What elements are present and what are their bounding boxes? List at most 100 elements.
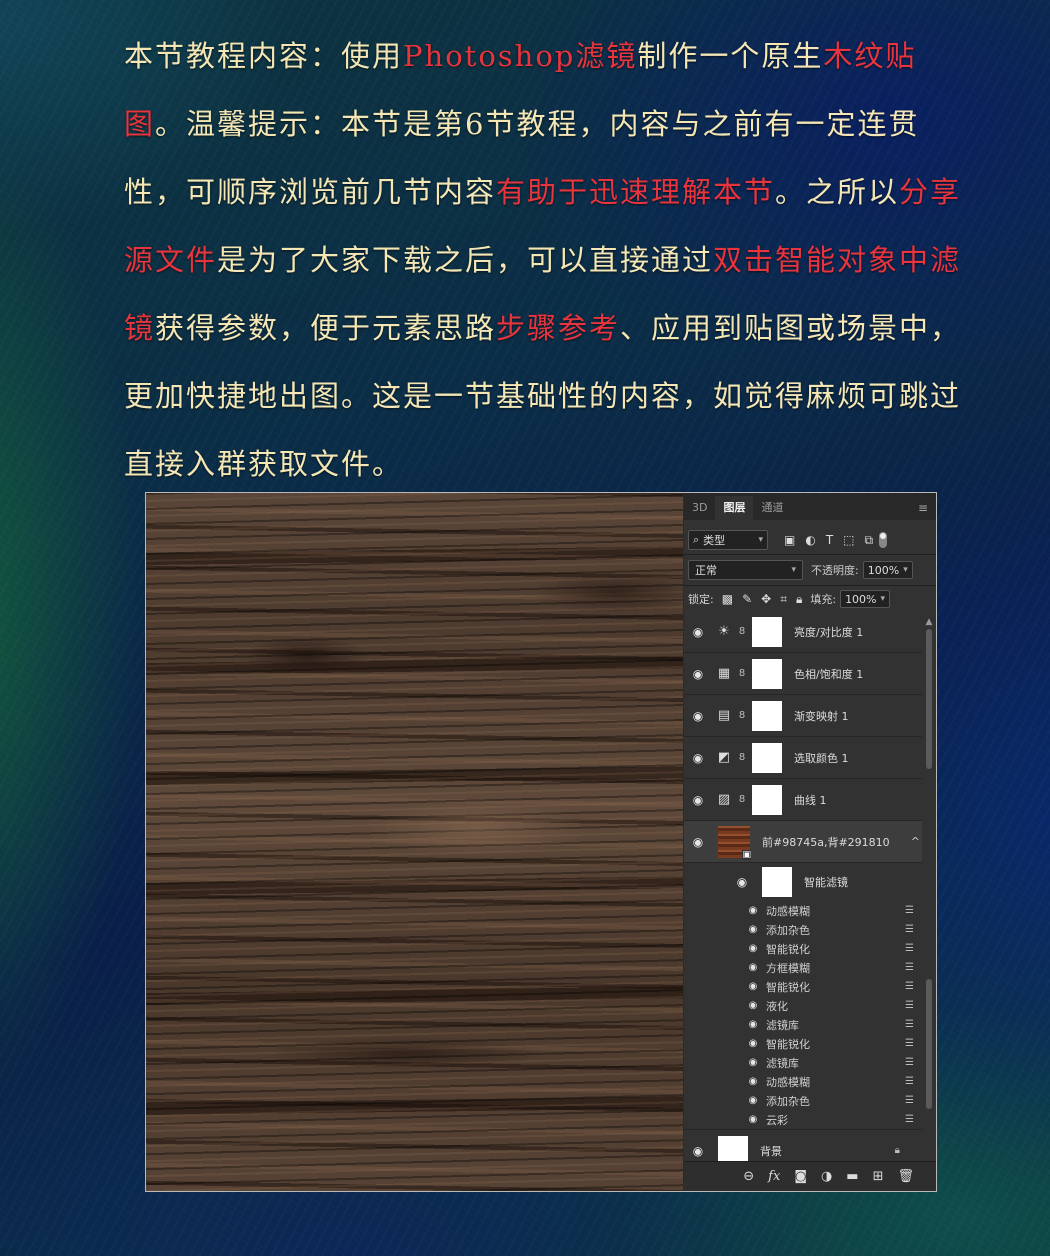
link-icon[interactable]: ⊖: [743, 1169, 754, 1184]
chain-link-icon[interactable]: 8: [736, 794, 748, 805]
visibility-eye-icon[interactable]: ◉: [744, 1095, 762, 1106]
adjustment-icon[interactable]: ◑: [821, 1169, 832, 1184]
visibility-eye-icon[interactable]: ◉: [744, 1019, 762, 1030]
lock-artboard-icon[interactable]: ⌗: [780, 592, 787, 607]
layer-smart-object[interactable]: ◉ 前#98745a,背#291810 ^: [684, 821, 922, 863]
chain-link-icon[interactable]: 8: [736, 752, 748, 763]
smart-object-thumbnail[interactable]: [718, 825, 752, 860]
chain-link-icon[interactable]: 8: [736, 668, 748, 679]
layer-brightness-contrast[interactable]: ◉ ☀ 8 亮度/对比度 1: [684, 611, 922, 653]
filter-item[interactable]: ◉ 方框模糊 ☰: [744, 958, 922, 977]
layer-gradient-map[interactable]: ◉ ▤ 8 渐变映射 1: [684, 695, 922, 737]
visibility-eye-icon[interactable]: ◉: [744, 962, 762, 973]
visibility-eye-icon[interactable]: ◉: [684, 1144, 712, 1158]
panel-tabs: 3D 图层 通道 ≡: [684, 493, 936, 520]
layer-selective-color[interactable]: ◉ ◩ 8 选取颜色 1: [684, 737, 922, 779]
opacity-field[interactable]: 100% ▾: [862, 561, 913, 579]
filter-name: 方框模糊: [766, 961, 810, 975]
chain-link-icon[interactable]: 8: [736, 626, 748, 637]
new-layer-icon[interactable]: ⊞: [873, 1169, 884, 1184]
mask-icon[interactable]: ◙: [794, 1169, 807, 1184]
lock-icons: ▩ ✎ ✥ ⌗ 🔒︎: [722, 592, 803, 607]
visibility-eye-icon[interactable]: ◉: [684, 667, 712, 681]
folder-icon[interactable]: ▬: [846, 1169, 858, 1184]
type-filter-icon[interactable]: T: [826, 533, 833, 547]
filter-item[interactable]: ◉ 添加杂色 ☰: [744, 920, 922, 939]
blend-mode-value: 正常: [695, 564, 717, 577]
filter-item[interactable]: ◉ 滤镜库 ☰: [744, 1053, 922, 1072]
filter-item[interactable]: ◉ 智能锐化 ☰: [744, 939, 922, 958]
blending-options-icon[interactable]: ☰: [905, 1000, 914, 1011]
collapse-chevron-icon[interactable]: ^: [911, 835, 920, 848]
blending-options-icon[interactable]: ☰: [905, 1038, 914, 1049]
intro-text-1: 本节教程内容：使用: [124, 39, 404, 73]
smart-object-filter-icon[interactable]: ⧉: [865, 533, 874, 548]
visibility-eye-icon[interactable]: ◉: [684, 793, 712, 807]
smart-filters-header[interactable]: ◉ 智能滤镜: [684, 863, 922, 901]
scroll-thumb[interactable]: [926, 629, 932, 769]
visibility-eye-icon[interactable]: ◉: [728, 875, 756, 889]
layer-mask-thumbnail[interactable]: [752, 700, 782, 731]
tab-3d[interactable]: 3D: [684, 496, 715, 520]
visibility-eye-icon[interactable]: ◉: [684, 751, 712, 765]
visibility-eye-icon[interactable]: ◉: [744, 905, 762, 916]
visibility-eye-icon[interactable]: ◉: [684, 709, 712, 723]
layer-mask-thumbnail[interactable]: [752, 616, 782, 647]
layer-mask-thumbnail[interactable]: [752, 784, 782, 815]
tab-channels[interactable]: 通道: [753, 496, 791, 520]
adjustment-filter-icon[interactable]: ◐: [805, 533, 815, 547]
blending-options-icon[interactable]: ☰: [905, 981, 914, 992]
layer-curves[interactable]: ◉ ▨ 8 曲线 1: [684, 779, 922, 821]
visibility-eye-icon[interactable]: ◉: [744, 1057, 762, 1068]
blending-options-icon[interactable]: ☰: [905, 1095, 914, 1106]
blend-mode-select[interactable]: 正常 ▾: [688, 560, 803, 580]
layers-scrollbar[interactable]: ▲: [924, 617, 934, 1147]
visibility-eye-icon[interactable]: ◉: [744, 1076, 762, 1087]
smart-filter-mask-thumbnail[interactable]: [762, 867, 792, 897]
visibility-eye-icon[interactable]: ◉: [744, 1000, 762, 1011]
filter-item[interactable]: ◉ 液化 ☰: [744, 996, 922, 1015]
shape-filter-icon[interactable]: ⬚: [843, 533, 854, 547]
lock-transparent-icon[interactable]: ▩: [722, 592, 733, 607]
blending-options-icon[interactable]: ☰: [905, 924, 914, 935]
visibility-eye-icon[interactable]: ◉: [744, 943, 762, 954]
trash-icon[interactable]: 🗑︎: [897, 1169, 914, 1184]
filter-item[interactable]: ◉ 动感模糊 ☰: [744, 901, 922, 920]
filter-item[interactable]: ◉ 添加杂色 ☰: [744, 1091, 922, 1110]
filter-kind-select[interactable]: ⌕ 类型 ▾: [688, 530, 768, 550]
blending-options-icon[interactable]: ☰: [905, 1057, 914, 1068]
lock-all-icon[interactable]: 🔒︎: [796, 592, 802, 607]
layer-mask-thumbnail[interactable]: [752, 742, 782, 773]
filter-item[interactable]: ◉ 滤镜库 ☰: [744, 1015, 922, 1034]
lock-move-icon[interactable]: ✥: [761, 592, 771, 607]
filter-toggle[interactable]: [879, 532, 888, 548]
blending-options-icon[interactable]: ☰: [905, 962, 914, 973]
visibility-eye-icon[interactable]: ◉: [744, 924, 762, 935]
filter-item[interactable]: ◉ 云彩 ☰: [744, 1110, 922, 1129]
layer-mask-thumbnail[interactable]: [752, 658, 782, 689]
layer-hue-saturation[interactable]: ◉ ▦ 8 色相/饱和度 1: [684, 653, 922, 695]
blending-options-icon[interactable]: ☰: [905, 1114, 914, 1125]
visibility-eye-icon[interactable]: ◉: [744, 1038, 762, 1049]
visibility-eye-icon[interactable]: ◉: [744, 981, 762, 992]
filter-icons: ▣ ◐ T ⬚ ⧉: [784, 533, 873, 548]
pixel-filter-icon[interactable]: ▣: [784, 533, 795, 547]
visibility-eye-icon[interactable]: ◉: [684, 835, 712, 849]
panel-menu-icon[interactable]: ≡: [918, 501, 928, 515]
blending-options-icon[interactable]: ☰: [905, 943, 914, 954]
blending-options-icon[interactable]: ☰: [905, 1076, 914, 1087]
fill-field[interactable]: 100% ▾: [840, 590, 891, 608]
tab-layers[interactable]: 图层: [715, 496, 754, 520]
chain-link-icon[interactable]: 8: [736, 710, 748, 721]
filter-item[interactable]: ◉ 动感模糊 ☰: [744, 1072, 922, 1091]
fx-icon[interactable]: fx: [768, 1169, 780, 1184]
scroll-thumb[interactable]: [926, 979, 932, 1109]
visibility-eye-icon[interactable]: ◉: [744, 1114, 762, 1125]
scroll-up-icon[interactable]: ▲: [924, 617, 934, 627]
filter-item[interactable]: ◉ 智能锐化 ☰: [744, 1034, 922, 1053]
lock-paint-icon[interactable]: ✎: [742, 592, 752, 607]
blending-options-icon[interactable]: ☰: [905, 1019, 914, 1030]
visibility-eye-icon[interactable]: ◉: [684, 625, 712, 639]
filter-item[interactable]: ◉ 智能锐化 ☰: [744, 977, 922, 996]
blending-options-icon[interactable]: ☰: [905, 905, 914, 916]
